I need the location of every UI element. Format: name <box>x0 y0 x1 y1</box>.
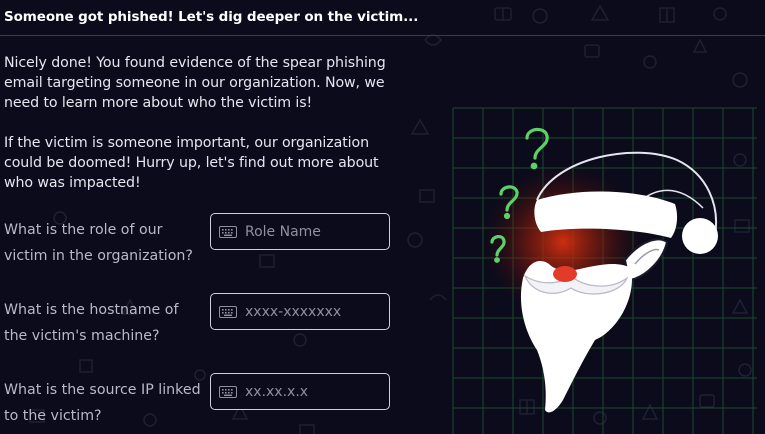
hostname-field[interactable] <box>210 293 390 330</box>
question-hostname-label: What is the hostname of the victim's mac… <box>4 302 179 344</box>
role-name-field[interactable] <box>210 213 390 250</box>
keyboard-icon <box>219 225 237 238</box>
hostname-input[interactable] <box>245 303 389 320</box>
question-role-label: What is the role of our victim in the or… <box>4 222 193 264</box>
role-name-input[interactable] <box>245 223 389 240</box>
santa-illustration <box>452 107 757 434</box>
question-source-ip-label: What is the source IP linked to the vict… <box>4 382 201 424</box>
keyboard-icon <box>219 385 237 398</box>
hat-pompom <box>682 218 718 254</box>
intro-paragraph-1: Nicely done! You found evidence of the s… <box>4 55 386 111</box>
keyboard-icon <box>219 305 237 318</box>
santa-nose <box>553 266 577 282</box>
source-ip-input[interactable] <box>245 383 389 400</box>
challenge-header: Someone got phished! Let's dig deeper on… <box>0 0 765 36</box>
challenge-title: Someone got phished! Let's dig deeper on… <box>4 9 419 25</box>
intro-paragraph-2: If the victim is someone important, our … <box>4 135 379 191</box>
source-ip-field[interactable] <box>210 373 390 410</box>
